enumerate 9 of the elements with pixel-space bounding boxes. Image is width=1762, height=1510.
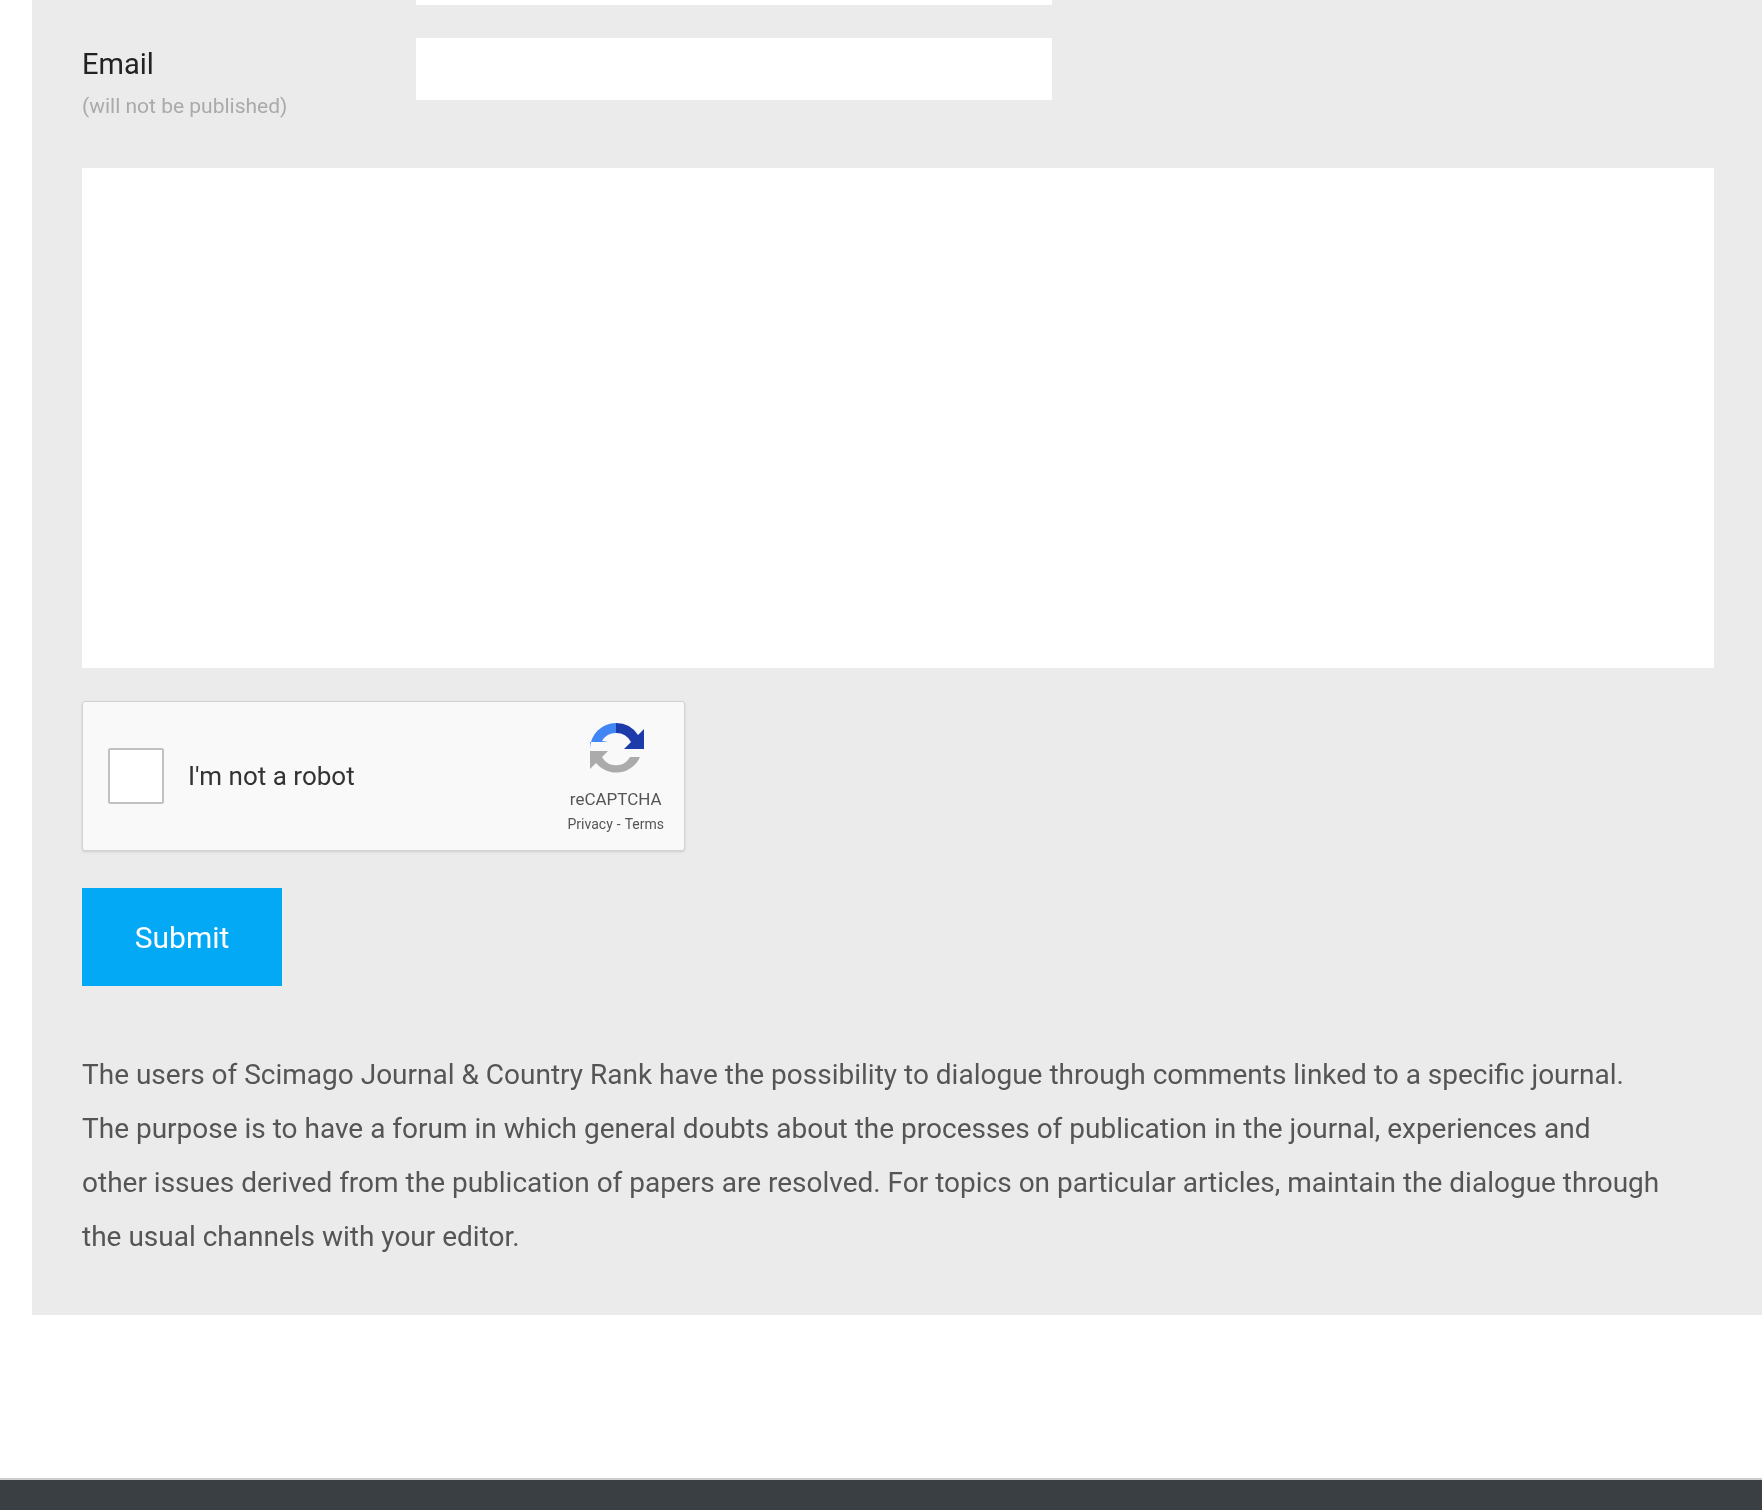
- email-label: Email: [82, 46, 155, 83]
- privacy-link[interactable]: Privacy: [567, 814, 613, 836]
- captcha-label: I'm not a robot: [188, 759, 355, 793]
- email-note: (will not be published): [82, 93, 289, 120]
- terms-link[interactable]: Terms: [624, 814, 664, 836]
- link-separator: -: [616, 815, 621, 835]
- captcha-checkbox[interactable]: [108, 748, 164, 804]
- comments-info-text: The users of Scimago Journal & Country Rank have the possibility to dialogue through comments linked to a specific journal. The purpose is to have a forum in which general doubts about the processes of publication in the journal, experiences and other issues derived from the publication of papers are resolved. For topics on particular articles, maintain the dialogue through the usual channels with your editor.: [82, 1057, 1661, 1255]
- recaptcha-brand: reCAPTCHA: [569, 787, 662, 811]
